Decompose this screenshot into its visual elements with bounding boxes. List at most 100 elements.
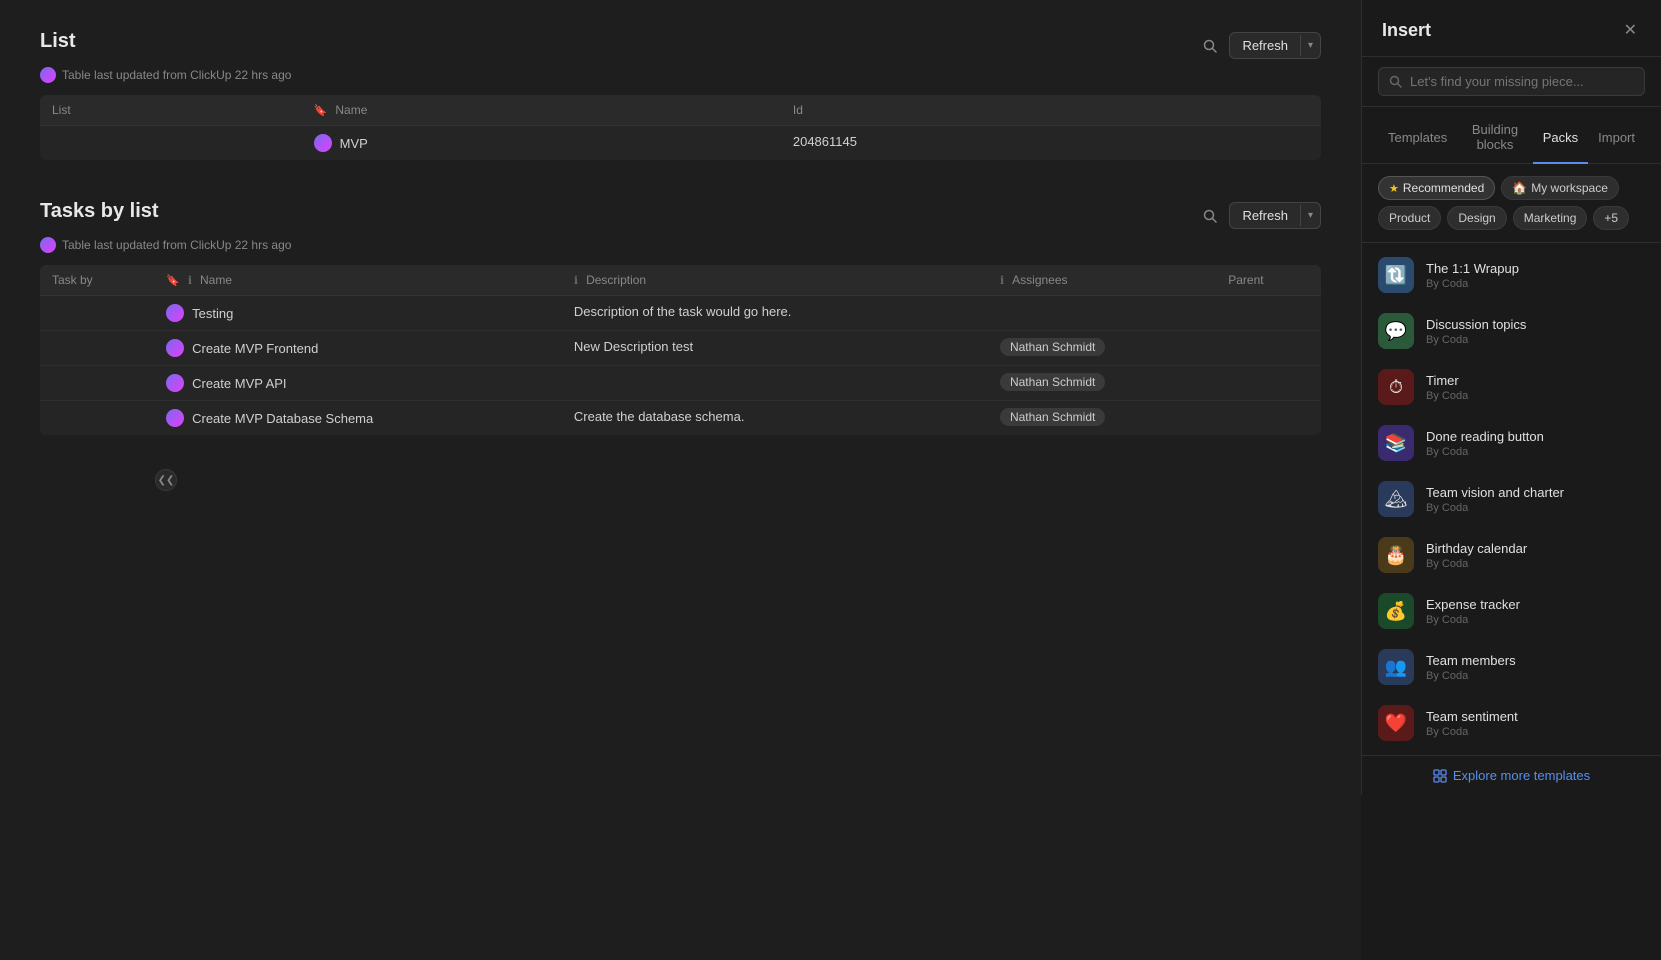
item-info: Discussion topics By Coda <box>1426 317 1645 346</box>
right-panel-wrapper: Insert ✕ Templates Building blocks Packs… <box>1361 0 1661 960</box>
info-icon-assign: ℹ <box>1000 274 1004 287</box>
table-row: MVP 204861145 <box>40 126 1321 161</box>
item-info: Expense tracker By Coda <box>1426 597 1645 626</box>
list-search-button[interactable] <box>1197 35 1223 57</box>
task-cell-name: Create MVP Frontend <box>154 331 562 366</box>
tasks-col-assignees: ℹ Assignees <box>988 265 1216 296</box>
item-info: The 1:1 Wrapup By Coda <box>1426 261 1645 290</box>
close-panel-button[interactable]: ✕ <box>1620 16 1641 44</box>
left-panel-toggle[interactable]: ❮❮ <box>155 469 177 491</box>
tab-import[interactable]: Import <box>1588 116 1645 164</box>
tasks-col-name: 🔖 ℹ Name <box>154 265 562 296</box>
filter-chips: ★ Recommended 🏠 My workspace Product Des… <box>1362 164 1661 243</box>
clickup-row-icon <box>314 134 332 152</box>
tab-packs[interactable]: Packs <box>1533 116 1588 164</box>
clickup-icon <box>40 67 56 83</box>
item-info: Team sentiment By Coda <box>1426 709 1645 738</box>
chip-recommended[interactable]: ★ Recommended <box>1378 176 1495 200</box>
table-row: Create MVP Database Schema Create the da… <box>40 401 1321 436</box>
panel-search-input[interactable] <box>1410 74 1634 89</box>
list-item[interactable]: ❤️ Team sentiment By Coda <box>1362 695 1661 751</box>
tasks-title: Tasks by list <box>40 200 159 223</box>
list-col-id: Id <box>781 95 1321 126</box>
task-cell-assignees: Nathan Schmidt <box>988 366 1216 401</box>
chip-more[interactable]: +5 <box>1593 206 1629 230</box>
list-section: List Refresh ▾ Table last updated from C… <box>40 30 1321 160</box>
tasks-refresh-button[interactable]: Refresh <box>1230 203 1300 228</box>
list-refresh-dropdown[interactable]: ▾ <box>1300 35 1320 56</box>
clickup-icon-tasks <box>40 237 56 253</box>
list-item[interactable]: 💰 Expense tracker By Coda <box>1362 583 1661 639</box>
chevron-left-icon: ❮❮ <box>158 475 175 486</box>
insert-panel: Insert ✕ Templates Building blocks Packs… <box>1361 0 1661 795</box>
tasks-toolbar: Tasks by list Refresh ▾ <box>40 200 1321 231</box>
panel-search-area <box>1362 57 1661 107</box>
chip-marketing[interactable]: Marketing <box>1513 206 1588 230</box>
list-toolbar: List Refresh ▾ <box>40 30 1321 61</box>
task-cell-assignees: Nathan Schmidt <box>988 401 1216 436</box>
item-icon-discussion: 💬 <box>1378 313 1414 349</box>
task-cell-parent <box>1216 331 1321 366</box>
list-col-list: List <box>40 95 302 126</box>
bookmark-icon-tasks: 🔖 <box>166 274 180 287</box>
item-info: Timer By Coda <box>1426 373 1645 402</box>
task-cell-taskby <box>40 331 154 366</box>
search-icon-tasks <box>1203 209 1217 223</box>
tasks-refresh-dropdown[interactable]: ▾ <box>1300 205 1320 226</box>
tasks-table-meta: Table last updated from ClickUp 22 hrs a… <box>40 237 1321 253</box>
item-icon-expense: 💰 <box>1378 593 1414 629</box>
tab-templates[interactable]: Templates <box>1378 116 1457 164</box>
tasks-col-parent: Parent <box>1216 265 1321 296</box>
panel-title: Insert <box>1382 20 1431 41</box>
task-cell-taskby <box>40 296 154 331</box>
item-icon-done-reading: 📚 <box>1378 425 1414 461</box>
task-cell-name: Create MVP Database Schema <box>154 401 562 436</box>
chip-product[interactable]: Product <box>1378 206 1441 230</box>
task-cell-desc <box>562 366 988 401</box>
tasks-search-button[interactable] <box>1197 205 1223 227</box>
task-cell-assignees: Nathan Schmidt <box>988 331 1216 366</box>
tasks-section: Tasks by list Refresh ▾ Table last updat… <box>40 200 1321 435</box>
item-icon-team-vision: 🏔 <box>1378 481 1414 517</box>
search-wrap <box>1378 67 1645 96</box>
list-table: List 🔖 Name Id MVP 204861 <box>40 95 1321 160</box>
clickup-row-icon <box>166 374 184 392</box>
list-refresh-button[interactable]: Refresh <box>1230 33 1300 58</box>
clickup-row-icon <box>166 339 184 357</box>
item-info: Team vision and charter By Coda <box>1426 485 1645 514</box>
task-cell-parent <box>1216 296 1321 331</box>
template-icon <box>1433 769 1447 783</box>
task-cell-taskby <box>40 401 154 436</box>
list-item[interactable]: 💬 Discussion topics By Coda <box>1362 303 1661 359</box>
list-cell-name: MVP <box>302 126 781 161</box>
list-item[interactable]: 🔃 The 1:1 Wrapup By Coda <box>1362 247 1661 303</box>
list-title: List <box>40 30 76 53</box>
explore-templates-button[interactable]: Explore more templates <box>1433 768 1590 783</box>
list-item[interactable]: 🏔 Team vision and charter By Coda <box>1362 471 1661 527</box>
item-icon-timer: ⏱ <box>1378 369 1414 405</box>
tab-building-blocks[interactable]: Building blocks <box>1457 116 1533 164</box>
info-icon-name: ℹ <box>188 274 192 287</box>
main-content: List Refresh ▾ Table last updated from C… <box>0 0 1361 960</box>
task-cell-taskby <box>40 366 154 401</box>
item-icon-team-members: 👥 <box>1378 649 1414 685</box>
search-icon <box>1203 39 1217 53</box>
panel-footer: Explore more templates <box>1362 755 1661 795</box>
panel-header: Insert ✕ <box>1362 0 1661 57</box>
table-row: Testing Description of the task would go… <box>40 296 1321 331</box>
item-info: Done reading button By Coda <box>1426 429 1645 458</box>
list-col-name: 🔖 Name <box>302 95 781 126</box>
chip-my-workspace[interactable]: 🏠 My workspace <box>1501 176 1619 200</box>
list-item[interactable]: 📚 Done reading button By Coda <box>1362 415 1661 471</box>
task-cell-assignees <box>988 296 1216 331</box>
list-refresh-group: Refresh ▾ <box>1229 32 1321 59</box>
list-item[interactable]: 🎂 Birthday calendar By Coda <box>1362 527 1661 583</box>
item-info: Team members By Coda <box>1426 653 1645 682</box>
tasks-col-desc: ℹ Description <box>562 265 988 296</box>
item-icon-sentiment: ❤️ <box>1378 705 1414 741</box>
task-cell-parent <box>1216 401 1321 436</box>
list-item[interactable]: 👥 Team members By Coda <box>1362 639 1661 695</box>
task-cell-desc: Description of the task would go here. <box>562 296 988 331</box>
chip-design[interactable]: Design <box>1447 206 1506 230</box>
list-item[interactable]: ⏱ Timer By Coda <box>1362 359 1661 415</box>
